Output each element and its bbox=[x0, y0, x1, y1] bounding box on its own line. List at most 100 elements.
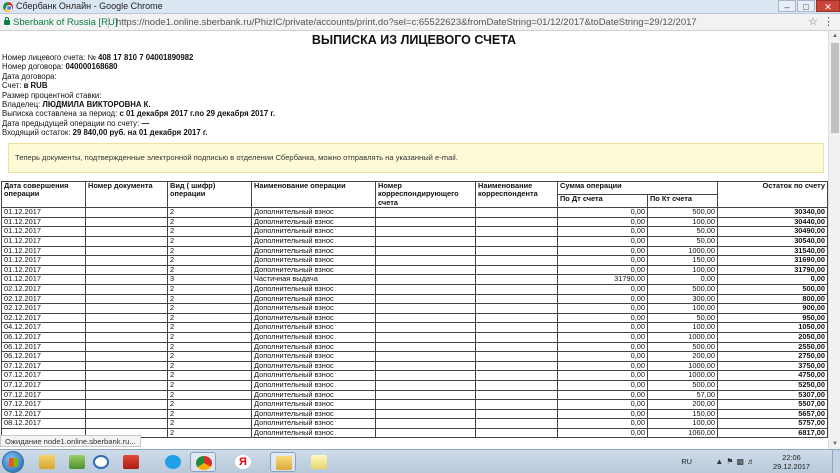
chrome-logo-icon bbox=[3, 2, 13, 12]
table-row: 06.12.2017 2 Дополнительный взнос 0,00 500,0… bbox=[1, 341, 828, 353]
flag-icon[interactable]: ⚑ bbox=[726, 457, 736, 466]
start-button[interactable] bbox=[2, 451, 24, 473]
table-row: 01.12.2017 3 Частичная выдача 31790,00 0,00 0… bbox=[1, 274, 828, 285]
scrollbar-thumb[interactable] bbox=[831, 43, 839, 133]
table-row: 06.12.2017 2 Дополнительный взнос 0,00 200,0… bbox=[1, 351, 828, 362]
cell-op-code: 2 bbox=[167, 322, 252, 333]
cell-date: 02.12.2017 bbox=[1, 283, 86, 295]
cell-credit: 100,00 bbox=[646, 303, 719, 314]
cell-balance: 4750,00 bbox=[717, 370, 828, 381]
cell-op-code: 2 bbox=[167, 303, 252, 314]
cell-op-code: 2 bbox=[167, 312, 252, 324]
url-text[interactable]: https://node1.online.sberbank.ru/PhizIC/… bbox=[116, 17, 697, 28]
clock[interactable]: 22:06 29.12.2017 bbox=[773, 453, 810, 471]
cell-op-code: 2 bbox=[167, 351, 252, 362]
cell-corr-name bbox=[475, 408, 558, 420]
cell-debit: 0,00 bbox=[557, 399, 648, 410]
app-taskbar-button[interactable] bbox=[64, 452, 90, 472]
d-app-taskbar-button[interactable] bbox=[88, 452, 114, 472]
cell-corr-account bbox=[375, 207, 476, 218]
folder-taskbar-button[interactable] bbox=[270, 452, 296, 472]
cell-balance: 1050,00 bbox=[717, 322, 828, 333]
clock-date: 29.12.2017 bbox=[773, 462, 810, 471]
clock-time: 22:06 bbox=[782, 453, 801, 462]
skype-taskbar-button[interactable] bbox=[160, 452, 186, 472]
cell-corr-name bbox=[475, 245, 558, 257]
info-value: 29 840,00 руб. на 01 декабря 2017 г. bbox=[72, 128, 208, 138]
header-op-code: Вид ( шифр) операции bbox=[167, 180, 252, 209]
explorer-icon bbox=[39, 455, 55, 469]
cell-doc-number bbox=[85, 293, 168, 305]
cell-balance: 2050,00 bbox=[717, 331, 828, 343]
cell-debit: 0,00 bbox=[557, 379, 648, 391]
scroll-down-icon[interactable]: ▼ bbox=[829, 439, 840, 449]
cell-corr-account bbox=[375, 264, 476, 276]
cell-doc-number bbox=[85, 408, 168, 420]
tray-icons[interactable]: ▲⚑▩♬ bbox=[715, 457, 758, 466]
cell-debit: 0,00 bbox=[557, 236, 648, 247]
cell-corr-name bbox=[475, 418, 558, 429]
cell-op-code: 2 bbox=[167, 370, 252, 381]
cell-balance: 5657,00 bbox=[717, 408, 828, 420]
close-button[interactable]: ✕ bbox=[816, 0, 840, 12]
yandex-taskbar-button[interactable]: Я bbox=[230, 452, 256, 472]
cell-balance: 2550,00 bbox=[717, 341, 828, 353]
tray-up-arrow-icon[interactable]: ▲ bbox=[715, 457, 726, 466]
cell-op-name: Частичная выдача bbox=[251, 274, 376, 285]
security-indicator[interactable]: Sberbank of Russia [RU] bbox=[4, 17, 118, 28]
cell-date: 07.12.2017 bbox=[1, 408, 86, 420]
cell-debit: 0,00 bbox=[557, 216, 648, 228]
bookmark-star-icon[interactable]: ☆ bbox=[808, 15, 818, 28]
cell-op-name: Дополнительный взнос bbox=[251, 331, 376, 343]
cell-corr-name bbox=[475, 312, 558, 324]
cell-corr-account bbox=[375, 216, 476, 228]
cell-corr-account bbox=[375, 331, 476, 343]
cell-op-code: 2 bbox=[167, 245, 252, 257]
cell-corr-name bbox=[475, 236, 558, 247]
cell-date: 01.12.2017 bbox=[1, 207, 86, 218]
cell-doc-number bbox=[85, 418, 168, 429]
cell-doc-number bbox=[85, 283, 168, 295]
cell-debit: 0,00 bbox=[557, 255, 648, 266]
minimize-button[interactable]: – bbox=[778, 0, 796, 12]
table-row: 07.12.2017 2 Дополнительный взнос 0,00 1000,… bbox=[1, 360, 828, 372]
maximize-button[interactable]: □ bbox=[797, 0, 815, 12]
language-indicator[interactable]: RU bbox=[681, 457, 692, 466]
page-scrollbar[interactable]: ▲ ▼ bbox=[828, 31, 840, 449]
cell-corr-account bbox=[375, 245, 476, 257]
cell-op-code: 2 bbox=[167, 360, 252, 372]
cell-doc-number bbox=[85, 236, 168, 247]
network-icon[interactable]: ▩ bbox=[736, 457, 747, 466]
cell-op-code: 2 bbox=[167, 236, 252, 247]
cell-balance: 5250,00 bbox=[717, 379, 828, 391]
cell-corr-name bbox=[475, 379, 558, 391]
cell-corr-account bbox=[375, 283, 476, 295]
scroll-up-icon[interactable]: ▲ bbox=[829, 31, 840, 41]
cell-corr-name bbox=[475, 226, 558, 237]
cell-op-code: 2 bbox=[167, 389, 252, 401]
cell-balance: 2750,00 bbox=[717, 351, 828, 362]
pdf-taskbar-button[interactable] bbox=[118, 452, 144, 472]
cell-op-name: Дополнительный взнос bbox=[251, 389, 376, 401]
notes-icon bbox=[311, 455, 327, 469]
show-desktop-button[interactable] bbox=[832, 450, 840, 473]
address-bar[interactable]: Sberbank of Russia [RU] https://node1.on… bbox=[0, 14, 840, 31]
cell-balance: 31790,00 bbox=[717, 264, 828, 276]
volume-icon[interactable]: ♬ bbox=[747, 457, 758, 466]
cell-debit: 0,00 bbox=[557, 207, 648, 218]
notes-taskbar-button[interactable] bbox=[306, 452, 332, 472]
cell-corr-account bbox=[375, 360, 476, 372]
cell-corr-name bbox=[475, 207, 558, 218]
browser-menu-icon[interactable]: ⋮ bbox=[823, 15, 834, 28]
chrome-taskbar-button[interactable] bbox=[190, 452, 216, 472]
cell-balance: 31540,00 bbox=[717, 245, 828, 257]
cell-op-name: Дополнительный взнос bbox=[251, 399, 376, 410]
info-line: Счет: в RUB bbox=[2, 81, 275, 90]
security-label: Sberbank of Russia [RU] bbox=[13, 17, 118, 28]
address-separator bbox=[108, 17, 109, 28]
explorer-taskbar-button[interactable] bbox=[34, 452, 60, 472]
cell-credit: 100,00 bbox=[646, 418, 719, 429]
cell-debit: 0,00 bbox=[557, 331, 648, 343]
cell-doc-number bbox=[85, 341, 168, 353]
cell-credit: 100,00 bbox=[646, 216, 719, 228]
